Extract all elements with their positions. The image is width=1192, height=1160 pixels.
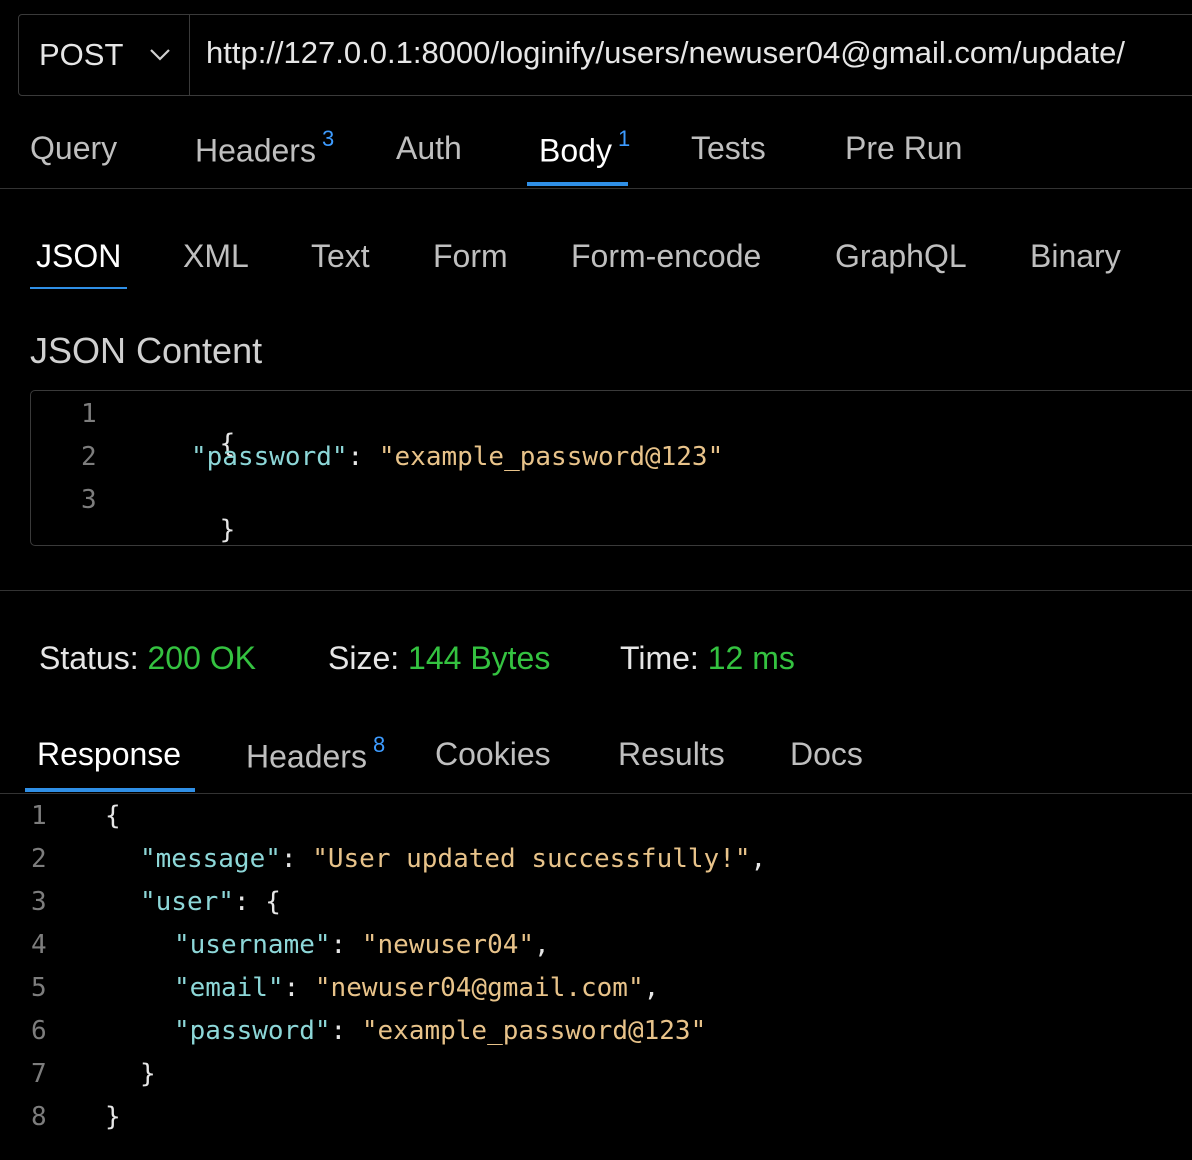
tab-badge: 1 — [617, 126, 631, 151]
tab-headers[interactable]: Headers 3 — [195, 126, 334, 170]
active-body-tab-indicator — [30, 287, 127, 289]
tab-query[interactable]: Query — [30, 130, 117, 167]
tab-body[interactable]: Body 1 — [539, 126, 630, 170]
request-response-divider — [0, 590, 1192, 591]
code-line: "email": "newuser04@gmail.com", — [174, 973, 660, 1003]
line-number: 2 — [31, 844, 47, 874]
tab-label: Body — [539, 132, 612, 169]
tab-label: Tests — [691, 130, 766, 166]
code-line: "user": { — [140, 887, 281, 917]
time-indicator: Time: 12 ms — [620, 640, 795, 677]
brace: } — [219, 515, 236, 545]
json-key: "user" — [140, 887, 234, 917]
code-line: } — [157, 485, 236, 575]
body-tab-form[interactable]: Form — [433, 238, 508, 275]
line-number: 4 — [31, 930, 47, 960]
body-tab-graphql[interactable]: GraphQL — [835, 238, 967, 275]
json-key: "username" — [174, 930, 331, 960]
active-tab-indicator — [527, 182, 628, 186]
colon: : — [347, 442, 379, 472]
line-number: 1 — [31, 801, 47, 831]
request-url-bar: POST — [18, 14, 1192, 96]
tab-cookies[interactable]: Cookies — [435, 736, 551, 773]
tab-label: Query — [30, 130, 118, 166]
body-tab-json[interactable]: JSON — [36, 238, 121, 275]
json-key: "email" — [174, 973, 284, 1003]
body-tab-xml[interactable]: XML — [183, 238, 249, 275]
code-line: "password": "example_password@123" — [191, 442, 723, 472]
url-input[interactable] — [190, 15, 1192, 95]
tab-label: Pre Run — [845, 130, 963, 166]
code-line: { — [105, 801, 121, 831]
body-tab-form-encode[interactable]: Form-encode — [571, 238, 761, 275]
json-key: "message" — [140, 844, 281, 874]
size-indicator: Size: 144 Bytes — [328, 640, 550, 677]
json-content-title: JSON Content — [30, 330, 263, 371]
body-tab-binary[interactable]: Binary — [1030, 238, 1121, 275]
tab-label: Results — [618, 736, 725, 772]
tab-label: GraphQL — [835, 238, 967, 274]
tab-pre-run[interactable]: Pre Run — [845, 130, 962, 167]
status-value: 200 OK — [147, 640, 257, 676]
json-value: "example_password@123" — [378, 442, 724, 472]
line-number: 5 — [31, 973, 47, 1003]
brace: } — [140, 1059, 156, 1089]
tab-label: Cookies — [435, 736, 551, 772]
tab-label: Form-encode — [571, 238, 762, 274]
method-select[interactable]: POST — [19, 15, 190, 95]
tab-tests[interactable]: Tests — [691, 130, 766, 167]
method-label: POST — [39, 37, 124, 72]
tab-label: Headers — [195, 132, 316, 169]
line-number: 6 — [31, 1016, 47, 1046]
line-number: 2 — [81, 442, 97, 472]
line-number: 7 — [31, 1059, 47, 1089]
code-line: } — [105, 1102, 121, 1132]
status-indicator: Status: 200 OK — [39, 640, 256, 677]
body-tab-text[interactable]: Text — [311, 238, 370, 275]
tab-label: Docs — [790, 736, 863, 772]
time-value: 12 ms — [707, 640, 795, 676]
tab-docs[interactable]: Docs — [790, 736, 863, 773]
json-value: "example_password@123" — [361, 1016, 707, 1046]
tab-label: Form — [433, 238, 508, 274]
line-number: 3 — [81, 485, 97, 515]
tab-label: Binary — [1030, 238, 1121, 274]
line-number: 1 — [81, 399, 97, 429]
line-number: 3 — [31, 887, 47, 917]
json-key: "password" — [191, 442, 348, 472]
brace: } — [105, 1102, 121, 1132]
active-response-tab-indicator — [25, 788, 195, 792]
tab-label: XML — [183, 238, 249, 274]
code-line: "username": "newuser04", — [174, 930, 550, 960]
tab-label: Response — [37, 736, 182, 772]
json-editor[interactable]: 1 2 3 { "password": "example_password@12… — [30, 390, 1192, 546]
tab-results[interactable]: Results — [618, 736, 725, 773]
tab-label: Auth — [396, 130, 462, 166]
tab-label: JSON — [36, 238, 122, 274]
tab-auth[interactable]: Auth — [396, 130, 462, 167]
code-line: "message": "User updated successfully!", — [140, 844, 767, 874]
size-value: 144 Bytes — [408, 640, 551, 676]
tab-badge: 8 — [372, 732, 386, 757]
tab-response[interactable]: Response — [37, 736, 181, 773]
tab-label: Headers — [246, 738, 367, 775]
tab-response-headers[interactable]: Headers 8 — [246, 732, 385, 776]
tab-label: Text — [311, 238, 370, 274]
brace: { — [105, 801, 121, 831]
chevron-down-icon — [149, 44, 171, 66]
size-label: Size: — [328, 640, 400, 676]
request-tabs-divider — [0, 188, 1192, 189]
json-value: "newuser04@gmail.com" — [314, 973, 644, 1003]
tab-badge: 3 — [321, 126, 335, 151]
json-value: "newuser04" — [361, 930, 535, 960]
response-tabs-divider — [0, 793, 1192, 794]
json-value: "User updated successfully!" — [312, 844, 751, 874]
json-key: "password" — [174, 1016, 331, 1046]
line-number: 8 — [31, 1102, 47, 1132]
status-label: Status: — [39, 640, 139, 676]
time-label: Time: — [620, 640, 699, 676]
code-line: } — [140, 1059, 156, 1089]
code-line: "password": "example_password@123" — [174, 1016, 707, 1046]
